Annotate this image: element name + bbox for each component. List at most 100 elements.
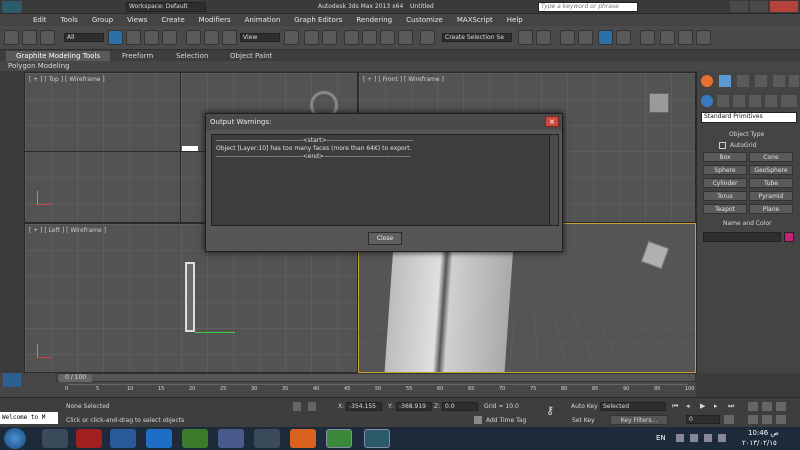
volume-icon[interactable] bbox=[718, 434, 726, 442]
go-to-start-icon[interactable]: ⏮ bbox=[672, 402, 682, 411]
add-time-tag-icon[interactable] bbox=[474, 416, 482, 424]
auto-key-button[interactable]: Auto Key bbox=[571, 403, 598, 410]
modify-tab-icon[interactable] bbox=[719, 75, 731, 87]
zoom-icon[interactable] bbox=[748, 402, 758, 411]
align-icon[interactable] bbox=[536, 30, 551, 45]
geosphere-button[interactable]: GeoSphere bbox=[749, 165, 793, 175]
viewport-label[interactable]: [ + ] [ Left ] [ Wireframe ] bbox=[29, 227, 106, 234]
box-button[interactable]: Box bbox=[703, 152, 747, 162]
menu-views[interactable]: Views bbox=[120, 14, 154, 26]
app-logo-icon[interactable] bbox=[2, 1, 22, 13]
geometry-icon[interactable] bbox=[701, 95, 713, 107]
plane-button[interactable]: Plane bbox=[749, 204, 793, 214]
zoom-all-icon[interactable] bbox=[762, 402, 772, 411]
tab-freeform[interactable]: Freeform bbox=[122, 52, 153, 60]
tray-icon[interactable] bbox=[676, 434, 684, 442]
shapes-icon[interactable] bbox=[717, 95, 729, 107]
helpers-icon[interactable] bbox=[765, 95, 777, 107]
redo-icon[interactable] bbox=[22, 30, 37, 45]
add-time-tag[interactable]: Add Time Tag bbox=[486, 417, 526, 424]
start-button-icon[interactable] bbox=[4, 428, 26, 449]
close-button[interactable] bbox=[770, 1, 798, 12]
maximize-viewport-icon[interactable] bbox=[776, 415, 786, 424]
graphite-toggle-icon[interactable] bbox=[578, 30, 593, 45]
rendered-frame-icon[interactable] bbox=[678, 30, 693, 45]
lock-selection-icon[interactable] bbox=[293, 402, 301, 411]
maximize-button[interactable] bbox=[750, 1, 768, 12]
viewcube-icon[interactable] bbox=[649, 93, 669, 113]
z-coordinate-field[interactable]: 0.0 bbox=[442, 402, 478, 411]
menu-graph-editors[interactable]: Graph Editors bbox=[287, 14, 349, 26]
category-dropdown[interactable]: Standard Primitives bbox=[701, 112, 797, 123]
key-icon[interactable]: ⚷ bbox=[546, 405, 564, 417]
prev-frame-icon[interactable]: ◂ bbox=[686, 402, 696, 411]
menu-customize[interactable]: Customize bbox=[399, 14, 450, 26]
select-manipulate-icon[interactable] bbox=[304, 30, 319, 45]
menu-group[interactable]: Group bbox=[85, 14, 120, 26]
minimize-button[interactable] bbox=[730, 1, 748, 12]
curve-editor-icon[interactable] bbox=[598, 30, 613, 45]
polygon-modeling-label[interactable]: Polygon Modeling bbox=[8, 62, 70, 70]
viewport-label[interactable]: [ + ] [ Front ] [ Wireframe ] bbox=[363, 76, 444, 83]
menu-modifiers[interactable]: Modifiers bbox=[192, 14, 238, 26]
render-production-icon[interactable] bbox=[696, 30, 711, 45]
current-frame-field[interactable]: 0 bbox=[686, 415, 720, 424]
layer-manager-icon[interactable] bbox=[560, 30, 575, 45]
cameras-icon[interactable] bbox=[749, 95, 761, 107]
select-by-name-icon[interactable] bbox=[126, 30, 141, 45]
app-icon[interactable] bbox=[42, 429, 68, 448]
rollout-object-type[interactable]: Object Type bbox=[729, 131, 764, 138]
rect-region-icon[interactable] bbox=[144, 30, 159, 45]
time-slider[interactable]: 0 / 100 bbox=[56, 373, 696, 382]
timeline-ruler[interactable]: 0 5 10 15 20 25 30 35 40 45 50 55 60 65 70 75 80 85 90 95 10… bbox=[65, 384, 695, 395]
firefox-icon[interactable] bbox=[290, 429, 316, 448]
tab-object-paint[interactable]: Object Paint bbox=[230, 52, 272, 60]
percent-snap-icon[interactable] bbox=[380, 30, 395, 45]
named-selection-dropdown[interactable]: Create Selection Se bbox=[442, 33, 512, 42]
zoom-extents-icon[interactable] bbox=[776, 402, 786, 411]
material-editor-icon[interactable] bbox=[640, 30, 655, 45]
undo-icon[interactable] bbox=[4, 30, 19, 45]
sm-icon[interactable] bbox=[218, 429, 244, 448]
pivot-icon[interactable] bbox=[284, 30, 299, 45]
viewport-layout-icon[interactable] bbox=[3, 373, 21, 387]
reference-coordinate-dropdown[interactable]: View bbox=[240, 33, 280, 42]
tab-selection[interactable]: Selection bbox=[176, 52, 208, 60]
search-input[interactable]: Type a keyword or phrase bbox=[538, 2, 638, 12]
viewport-label[interactable]: [ + ] [ Top ] [ Wireframe ] bbox=[29, 76, 105, 83]
angle-snap-icon[interactable] bbox=[362, 30, 377, 45]
absolute-mode-icon[interactable] bbox=[308, 402, 316, 411]
menu-edit[interactable]: Edit bbox=[26, 14, 54, 26]
clock-time[interactable]: 10:46 ص bbox=[748, 429, 779, 437]
close-button[interactable]: Close bbox=[368, 232, 402, 245]
play-icon[interactable]: ▶ bbox=[700, 402, 710, 411]
language-indicator[interactable]: EN bbox=[656, 434, 666, 442]
cone-button[interactable]: Cone bbox=[749, 152, 793, 162]
select-object-icon[interactable] bbox=[108, 30, 123, 45]
lights-icon[interactable] bbox=[733, 95, 745, 107]
set-key-button[interactable]: Set Key bbox=[572, 417, 595, 424]
menu-create[interactable]: Create bbox=[154, 14, 191, 26]
key-filters-button[interactable]: Key Filters... bbox=[610, 415, 668, 425]
next-frame-icon[interactable]: ▸ bbox=[714, 402, 724, 411]
motion-tab-icon[interactable] bbox=[755, 75, 767, 87]
render-setup-icon[interactable] bbox=[660, 30, 675, 45]
menu-maxscript[interactable]: MAXScript bbox=[450, 14, 500, 26]
window-crossing-icon[interactable] bbox=[162, 30, 177, 45]
tools-icon[interactable] bbox=[254, 429, 280, 448]
spinner-snap-icon[interactable] bbox=[398, 30, 413, 45]
object-color-swatch[interactable] bbox=[784, 232, 794, 242]
move-icon[interactable] bbox=[186, 30, 201, 45]
hierarchy-tab-icon[interactable] bbox=[737, 75, 749, 87]
keyboard-shortcut-icon[interactable] bbox=[322, 30, 337, 45]
link-icon[interactable] bbox=[40, 30, 55, 45]
mirror-icon[interactable] bbox=[518, 30, 533, 45]
orbit-icon[interactable] bbox=[762, 415, 772, 424]
edit-named-selection-icon[interactable] bbox=[420, 30, 435, 45]
acrobat-icon[interactable] bbox=[76, 429, 102, 448]
key-mode-dropdown[interactable]: Selected bbox=[600, 402, 666, 411]
pan-icon[interactable] bbox=[748, 415, 758, 424]
tray-icon[interactable] bbox=[690, 434, 698, 442]
teapot-button[interactable]: Teapot bbox=[703, 204, 747, 214]
menu-animation[interactable]: Animation bbox=[238, 14, 288, 26]
